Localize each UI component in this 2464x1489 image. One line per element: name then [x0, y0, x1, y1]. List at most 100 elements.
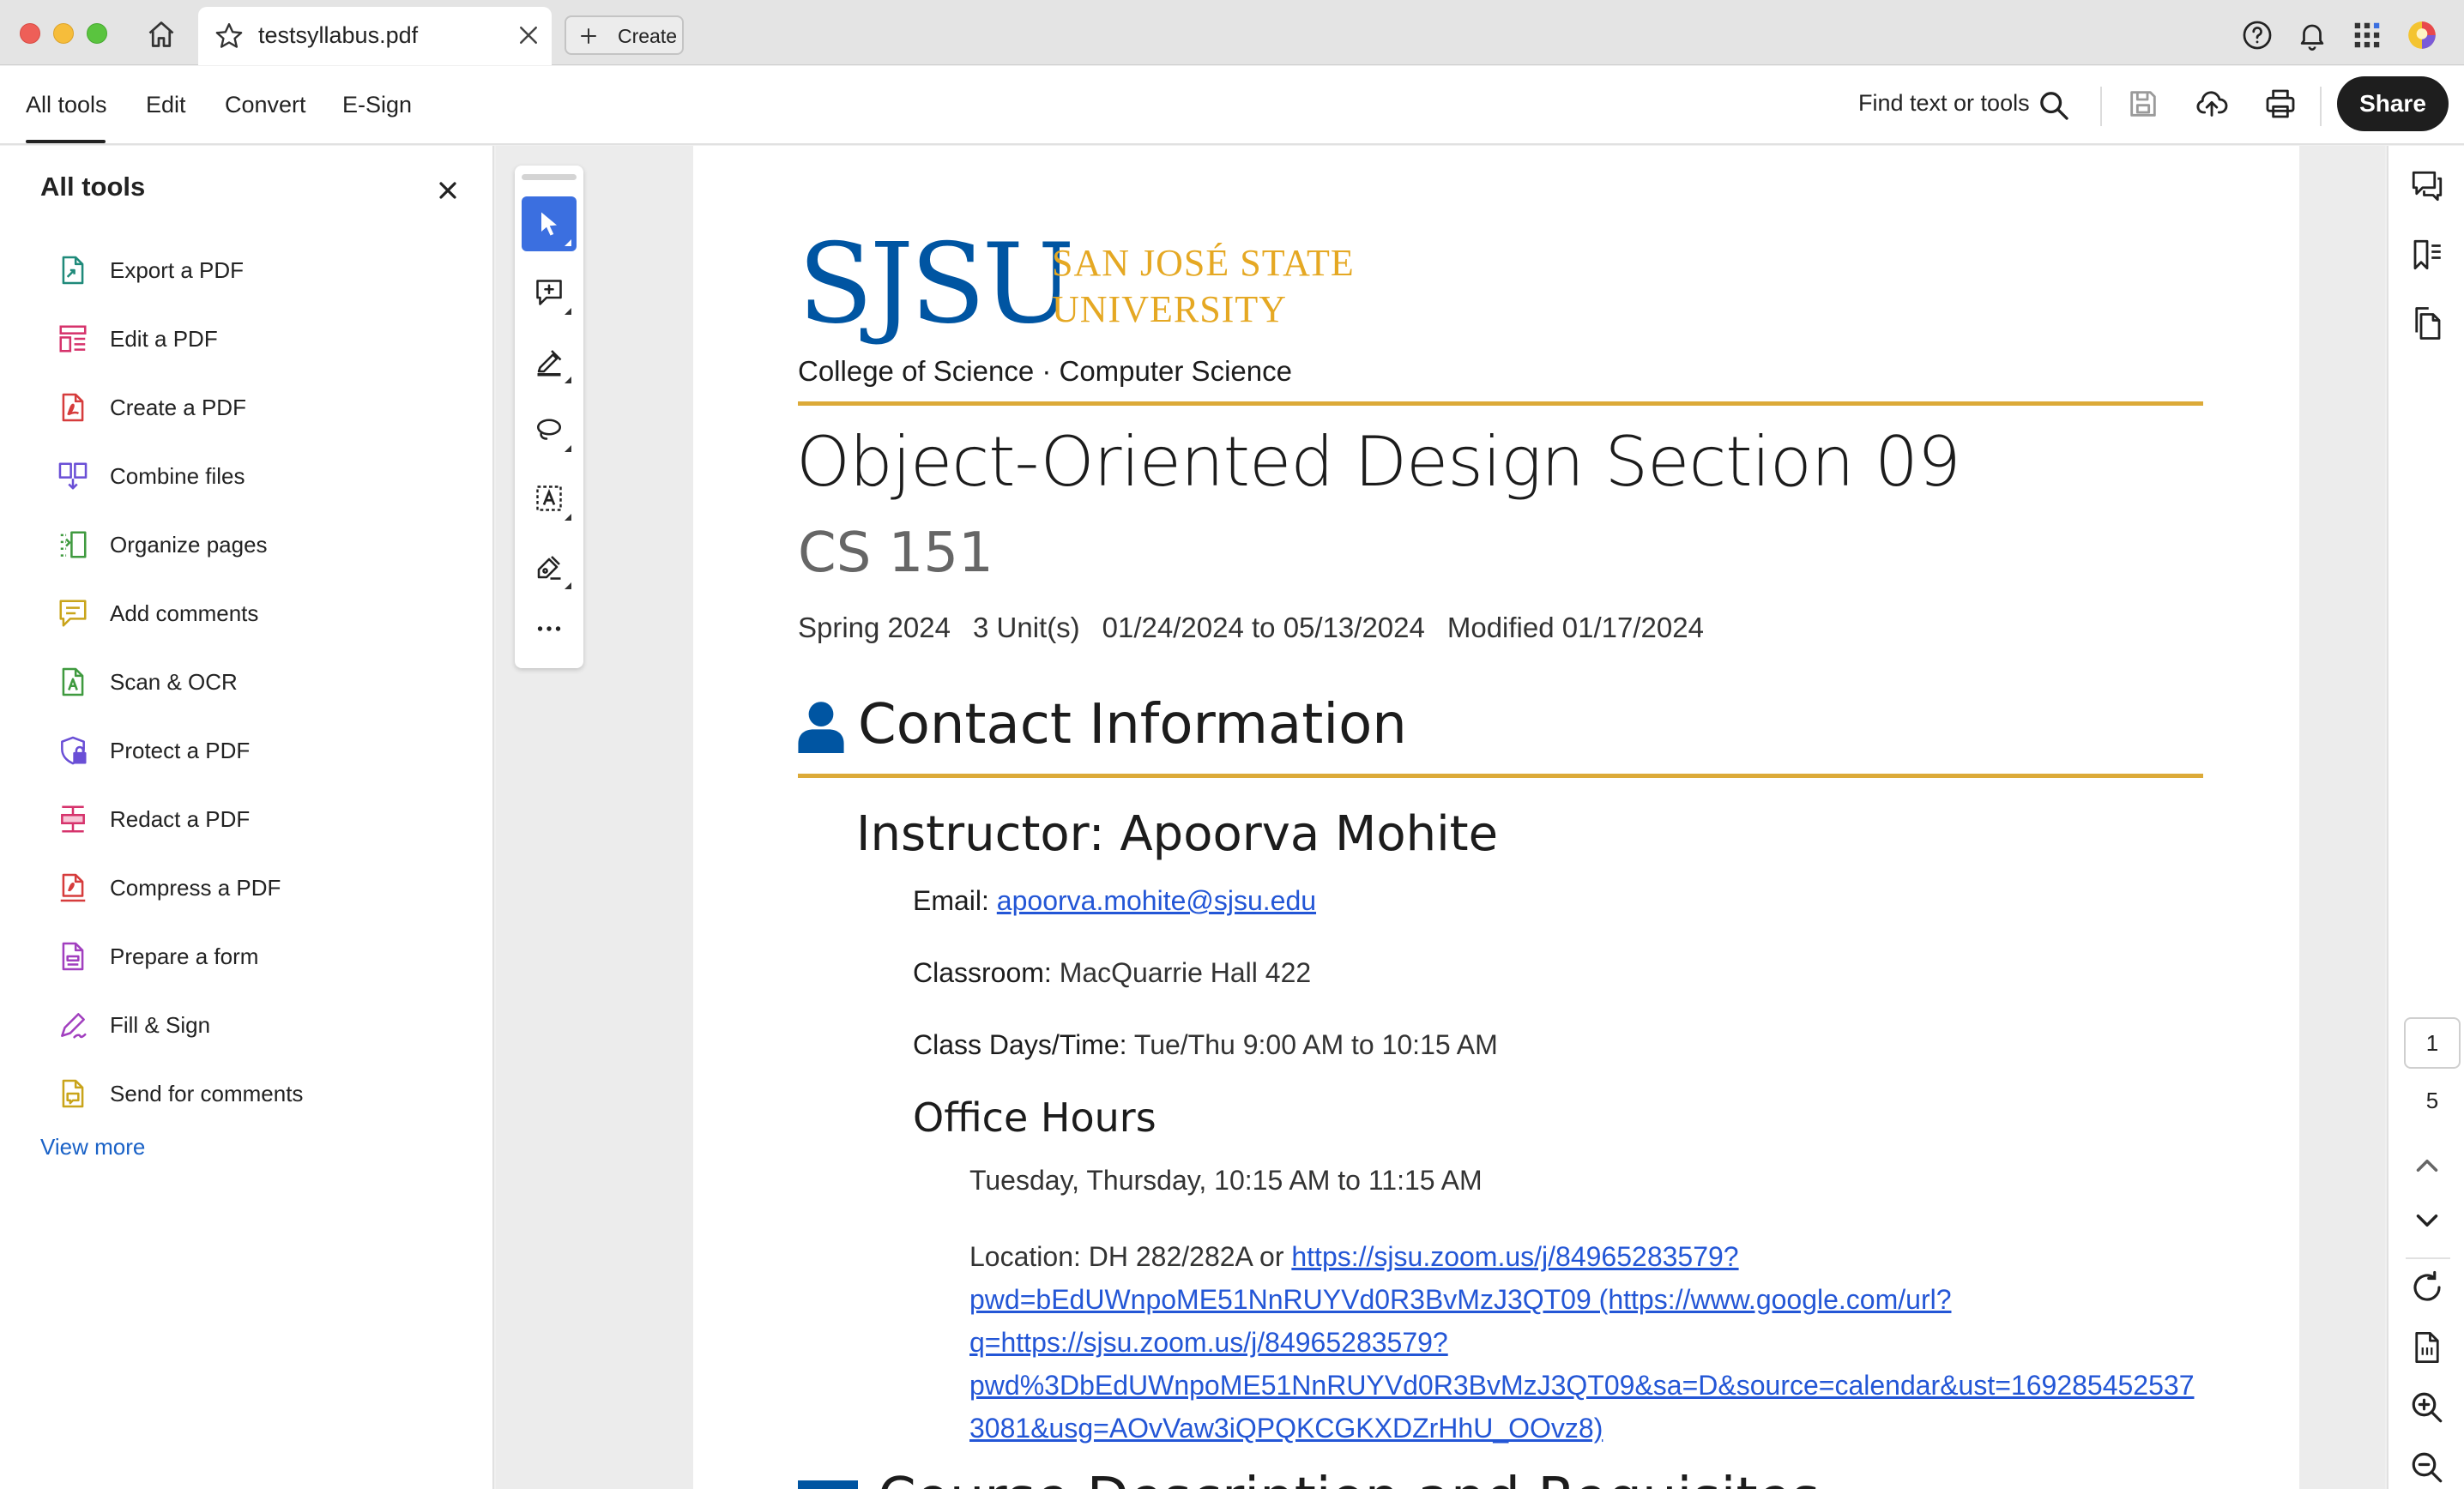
pointer-icon [541, 212, 557, 236]
tool-scan-ocr[interactable]: Scan & OCR [57, 655, 468, 707]
window-zoom-button[interactable] [87, 23, 107, 44]
tool-label: Add comments [110, 600, 259, 626]
create-label: Create [618, 25, 678, 47]
tool-label: Protect a PDF [110, 738, 251, 763]
pdf-page[interactable]: SJSU SAN JOSÉ STATE UNIVERSITY College o… [693, 146, 2299, 1489]
tool-send-for-comments[interactable]: Send for comments [57, 1067, 468, 1118]
menu-convert[interactable]: Convert [225, 92, 306, 118]
sjsu-logo: SJSU [798, 220, 1075, 348]
document-tab[interactable]: testsyllabus.pdf [198, 7, 552, 65]
tool-menu-indicator [565, 582, 571, 589]
zoom-link[interactable]: q=https://sjsu.zoom.us/j/84965283579? [969, 1321, 2213, 1364]
print-icon[interactable] [2263, 87, 2298, 121]
comments-panel-icon[interactable] [2409, 168, 2445, 204]
office-hours-location: Location: DH 282/282A or https://sjsu.zo… [969, 1235, 2213, 1450]
course-term: Spring 2024 [798, 612, 951, 643]
acrobat-window: testsyllabus.pdf Create All tools Edit C… [0, 0, 2464, 1489]
email-link[interactable]: apoorva.mohite@sjsu.edu [997, 885, 1316, 916]
organize-pages-icon [60, 531, 87, 558]
zoom-in-icon[interactable] [2409, 1390, 2445, 1426]
sign-tool-button[interactable] [522, 540, 577, 594]
close-panel-icon[interactable] [434, 177, 462, 204]
tool-edit-pdf[interactable]: Edit a PDF [57, 312, 468, 364]
location-prefix: Location: DH 282/282A or [969, 1241, 1292, 1272]
draw-tool-button[interactable] [522, 402, 577, 457]
share-button[interactable]: Share [2337, 76, 2449, 131]
window-close-button[interactable] [20, 23, 40, 44]
university-name: SAN JOSÉ STATE UNIVERSITY [1052, 240, 1355, 333]
zoom-link[interactable]: pwd=bEdUWnpoME51NnRUYVd0R3BvMzJ3QT09 (ht… [969, 1278, 2213, 1321]
select-tool-button[interactable] [522, 196, 577, 251]
tool-organize-pages[interactable]: Organize pages [57, 518, 468, 570]
tool-fill-sign[interactable]: Fill & Sign [57, 998, 468, 1050]
email-label: Email: [913, 885, 989, 916]
course-units: 3 Unit(s) [972, 612, 1080, 643]
page-thumbnails-icon[interactable] [2409, 305, 2445, 341]
active-menu-indicator [26, 140, 106, 143]
zoom-out-icon[interactable] [2409, 1450, 2445, 1486]
toolbar-divider [2320, 87, 2322, 126]
home-icon[interactable] [146, 19, 177, 50]
tools-panel-title: All tools [40, 172, 146, 202]
protect-pdf-icon [61, 736, 87, 765]
menu-edit[interactable]: Edit [146, 92, 186, 118]
tool-compress-pdf[interactable]: Compress a PDF [57, 861, 468, 913]
search-icon[interactable] [2037, 88, 2071, 123]
text-tool-button[interactable] [522, 471, 577, 526]
bookmarks-icon[interactable] [2409, 237, 2445, 273]
close-tab-icon[interactable] [516, 22, 541, 48]
office-hours-heading: Office Hours [913, 1094, 1157, 1141]
next-page-icon[interactable] [2409, 1203, 2445, 1239]
canvas-right-gutter [2299, 146, 2385, 1489]
create-pdf-icon [62, 393, 84, 422]
apps-grid-icon[interactable] [2351, 19, 2383, 51]
zoom-link[interactable]: pwd%3DbEdUWnpoME51NnRUYVd0R3BvMzJ3QT09&s… [969, 1364, 2213, 1407]
quick-tools-toolbar [515, 166, 583, 668]
zoom-link[interactable]: 3081&usg=AOvVaw3iQPQKCGKXDZrHhU_OOvz8) [969, 1407, 2213, 1450]
previous-page-icon[interactable] [2409, 1148, 2445, 1184]
compress-pdf-icon [60, 873, 86, 902]
notifications-bell-icon[interactable] [2296, 19, 2328, 51]
zoom-link[interactable]: https://sjsu.zoom.us/j/84965283579? [1291, 1241, 1738, 1272]
tool-add-comments[interactable]: Add comments [57, 587, 468, 638]
course-meta: Spring 2024 3 Unit(s) 01/24/2024 to 05/13/… [798, 612, 1726, 644]
rotate-icon[interactable] [2409, 1269, 2445, 1305]
classroom-value: MacQuarrie Hall 422 [1059, 957, 1312, 988]
fit-page-icon[interactable] [2409, 1329, 2445, 1365]
tool-export-pdf[interactable]: Export a PDF [57, 244, 468, 295]
menu-esign[interactable]: E-Sign [342, 92, 412, 118]
college-department: College of Science · Computer Science [798, 355, 1292, 387]
help-icon[interactable] [2241, 19, 2274, 51]
menu-bar: All tools Edit Convert E-Sign Find text … [0, 66, 2464, 145]
tool-create-pdf[interactable]: Create a PDF [57, 381, 468, 432]
section-icon [798, 1480, 858, 1489]
classroom-row: Classroom: MacQuarrie Hall 422 [913, 957, 1311, 989]
instructor-name: Instructor: Apoorva Mohite [856, 806, 1499, 862]
find-text-or-tools[interactable]: Find text or tools [1858, 90, 2030, 117]
more-tools-button[interactable] [522, 601, 577, 656]
view-more-link[interactable]: View more [40, 1134, 145, 1160]
export-pdf-icon [62, 256, 84, 285]
plus-icon [581, 28, 596, 44]
tool-redact-pdf[interactable]: Redact a PDF [57, 793, 468, 844]
toolbar-drag-handle[interactable] [522, 174, 577, 180]
prepare-form-icon [62, 942, 84, 971]
tool-combine-files[interactable]: Combine files [57, 449, 468, 501]
upload-cloud-icon[interactable] [2195, 87, 2229, 121]
save-icon[interactable] [2126, 87, 2160, 121]
course-modified: Modified 01/17/2024 [1446, 612, 1704, 643]
more-horizontal-icon [537, 626, 561, 631]
tool-protect-pdf[interactable]: Protect a PDF [57, 724, 468, 775]
current-page-input[interactable]: 1 [2404, 1017, 2461, 1069]
tool-prepare-form[interactable]: Prepare a form [57, 930, 468, 981]
highlight-tool-button[interactable] [522, 334, 577, 389]
menu-all-tools[interactable]: All tools [26, 92, 107, 118]
star-icon[interactable] [214, 21, 245, 51]
section-divider [798, 774, 2203, 778]
window-minimize-button[interactable] [53, 23, 74, 44]
add-comment-tool-button[interactable] [522, 265, 577, 320]
account-avatar-icon[interactable] [2406, 19, 2438, 51]
highlighter-icon [537, 350, 562, 377]
location-line: Location: DH 282/282A or https://sjsu.zo… [969, 1235, 2213, 1278]
create-button[interactable]: Create [565, 15, 684, 55]
